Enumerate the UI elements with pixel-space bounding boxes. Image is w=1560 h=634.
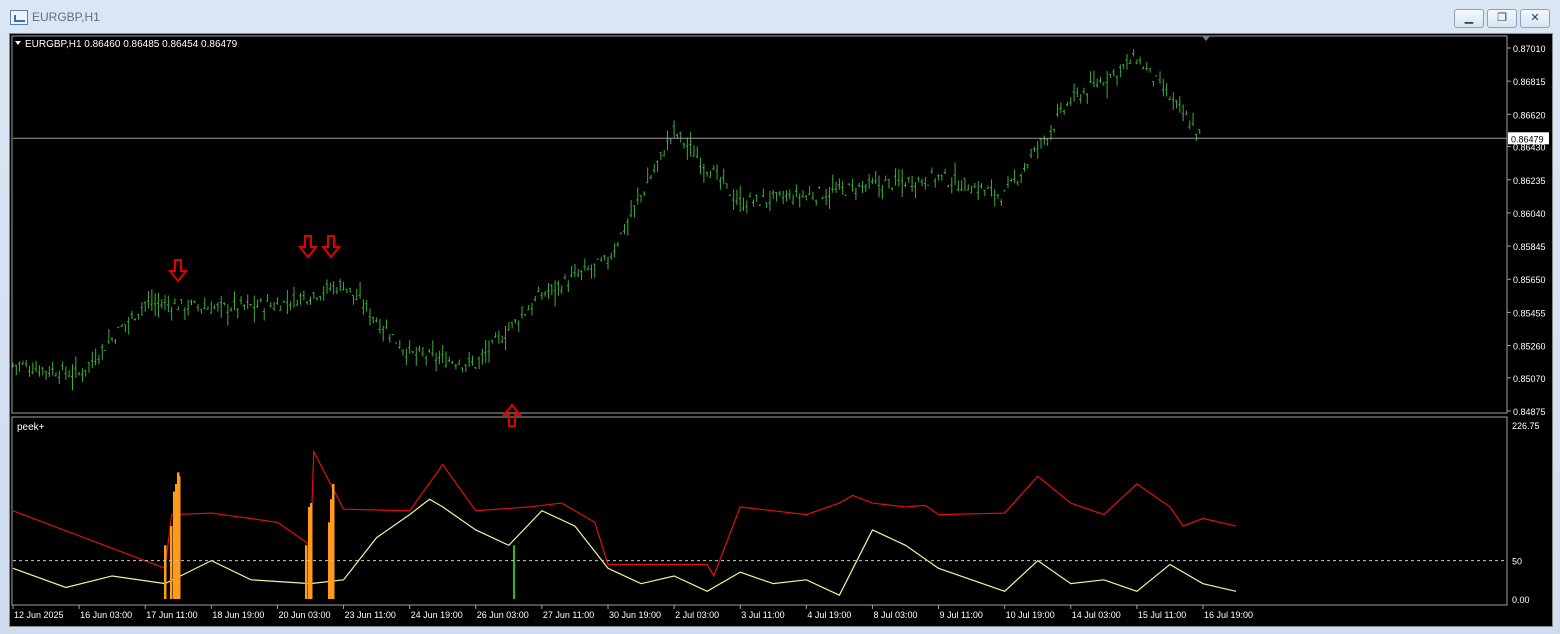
time-tick-label: 12 Jun 2025 xyxy=(14,610,64,620)
price-tick-label: 0.86235 xyxy=(1513,176,1546,186)
current-price-label: 0.86479 xyxy=(1511,134,1544,144)
time-tick-label: 2 Jul 03:00 xyxy=(675,610,719,620)
restore-icon: ❐ xyxy=(1497,12,1507,24)
histogram-bar xyxy=(332,483,335,599)
buy-arrow-icon xyxy=(501,403,523,427)
signal-arrows xyxy=(167,235,523,427)
indicator-tick-label: 0.00 xyxy=(1512,595,1530,605)
sell-arrow-icon xyxy=(320,235,342,259)
sell-arrow-icon xyxy=(167,259,189,283)
window-title: EURGBP,H1 xyxy=(32,10,100,24)
price-tick-label: 0.85845 xyxy=(1513,242,1546,252)
indicator-lines xyxy=(12,449,1237,599)
close-button[interactable]: ✕ xyxy=(1520,9,1550,28)
histogram-bar xyxy=(164,545,167,599)
indicator-red-line xyxy=(12,449,1237,578)
time-tick-label: 27 Jun 11:00 xyxy=(543,610,594,620)
price-tick-label: 0.86815 xyxy=(1513,77,1546,87)
chart-shift-icon[interactable] xyxy=(1202,36,1210,41)
price-tick-label: 0.85260 xyxy=(1513,342,1546,352)
time-tick-label: 14 Jul 03:00 xyxy=(1072,610,1121,620)
price-tick-label: 0.86620 xyxy=(1513,110,1546,120)
terminal-window: EURGBP,H1 ▁ ❐ ✕ EURGBP,H1 0.86460 0.8648… xyxy=(0,0,1560,634)
time-tick-label: 24 Jun 19:00 xyxy=(411,610,463,620)
price-panel-border xyxy=(11,35,1508,414)
price-tick-label: 0.85650 xyxy=(1513,275,1546,285)
price-tick-label: 0.87010 xyxy=(1513,44,1546,54)
time-tick-label: 9 Jul 11:00 xyxy=(940,610,983,620)
chart-canvas[interactable]: EURGBP,H1 0.86460 0.86485 0.86454 0.8647… xyxy=(10,34,1552,626)
minimize-icon: ▁ xyxy=(1464,12,1474,24)
time-tick-label: 18 Jun 19:00 xyxy=(212,610,264,620)
indicator-axis: 226.75 50 0.00 xyxy=(13,421,1540,605)
price-tick-label: 0.85455 xyxy=(1513,308,1546,318)
histogram-bar xyxy=(170,526,173,599)
time-tick-label: 3 Jul 11:00 xyxy=(741,610,784,620)
title-bar[interactable]: EURGBP,H1 ▁ ❐ ✕ xyxy=(0,0,1560,34)
price-tick-label: 0.85070 xyxy=(1513,374,1546,384)
symbol-info: EURGBP,H1 0.86460 0.86485 0.86454 0.8647… xyxy=(25,39,238,50)
time-tick-label: 15 Jul 11:00 xyxy=(1138,610,1186,620)
indicator-name: peek+ xyxy=(17,422,45,433)
time-tick-label: 8 Jul 03:00 xyxy=(873,610,917,620)
histogram-bar xyxy=(310,503,313,599)
minimize-button[interactable]: ▁ xyxy=(1454,9,1484,28)
time-axis: 12 Jun 2025 16 Jun 03:00 17 Jun 11:00 18 Ju… xyxy=(12,605,1253,620)
chart-window-icon xyxy=(10,10,28,25)
time-tick-label: 10 Jul 19:00 xyxy=(1006,610,1055,620)
price-axis: 0.870100.868150.866200.864300.862350.860… xyxy=(1507,44,1546,417)
symbol-menu-icon[interactable] xyxy=(15,41,21,45)
indicator-panel-border xyxy=(11,416,1508,606)
sell-arrow-icon xyxy=(297,235,319,259)
price-bars xyxy=(11,49,1201,391)
close-icon: ✕ xyxy=(1530,12,1540,24)
time-tick-label: 20 Jun 03:00 xyxy=(278,610,330,620)
price-tick-label: 0.86040 xyxy=(1513,209,1546,219)
time-tick-label: 26 Jun 03:00 xyxy=(477,610,529,620)
histogram-bar xyxy=(305,545,308,599)
time-tick-label: 16 Jun 03:00 xyxy=(80,610,132,620)
chart-area[interactable]: EURGBP,H1 0.86460 0.86485 0.86454 0.8647… xyxy=(9,33,1553,627)
histogram-bar xyxy=(178,476,181,599)
time-tick-label: 4 Jul 19:00 xyxy=(807,610,851,620)
indicator-tick-label: 226.75 xyxy=(1512,421,1540,431)
time-tick-label: 30 Jun 19:00 xyxy=(609,610,661,620)
time-tick-label: 16 Jul 19:00 xyxy=(1204,610,1253,620)
price-tick-label: 0.84875 xyxy=(1513,407,1546,417)
indicator-tick-label: 50 xyxy=(1512,557,1522,567)
time-tick-label: 17 Jun 11:00 xyxy=(146,610,197,620)
current-price-line: 0.86479 xyxy=(13,132,1549,145)
time-tick-label: 23 Jun 11:00 xyxy=(345,610,396,620)
maximize-button[interactable]: ❐ xyxy=(1487,9,1517,28)
